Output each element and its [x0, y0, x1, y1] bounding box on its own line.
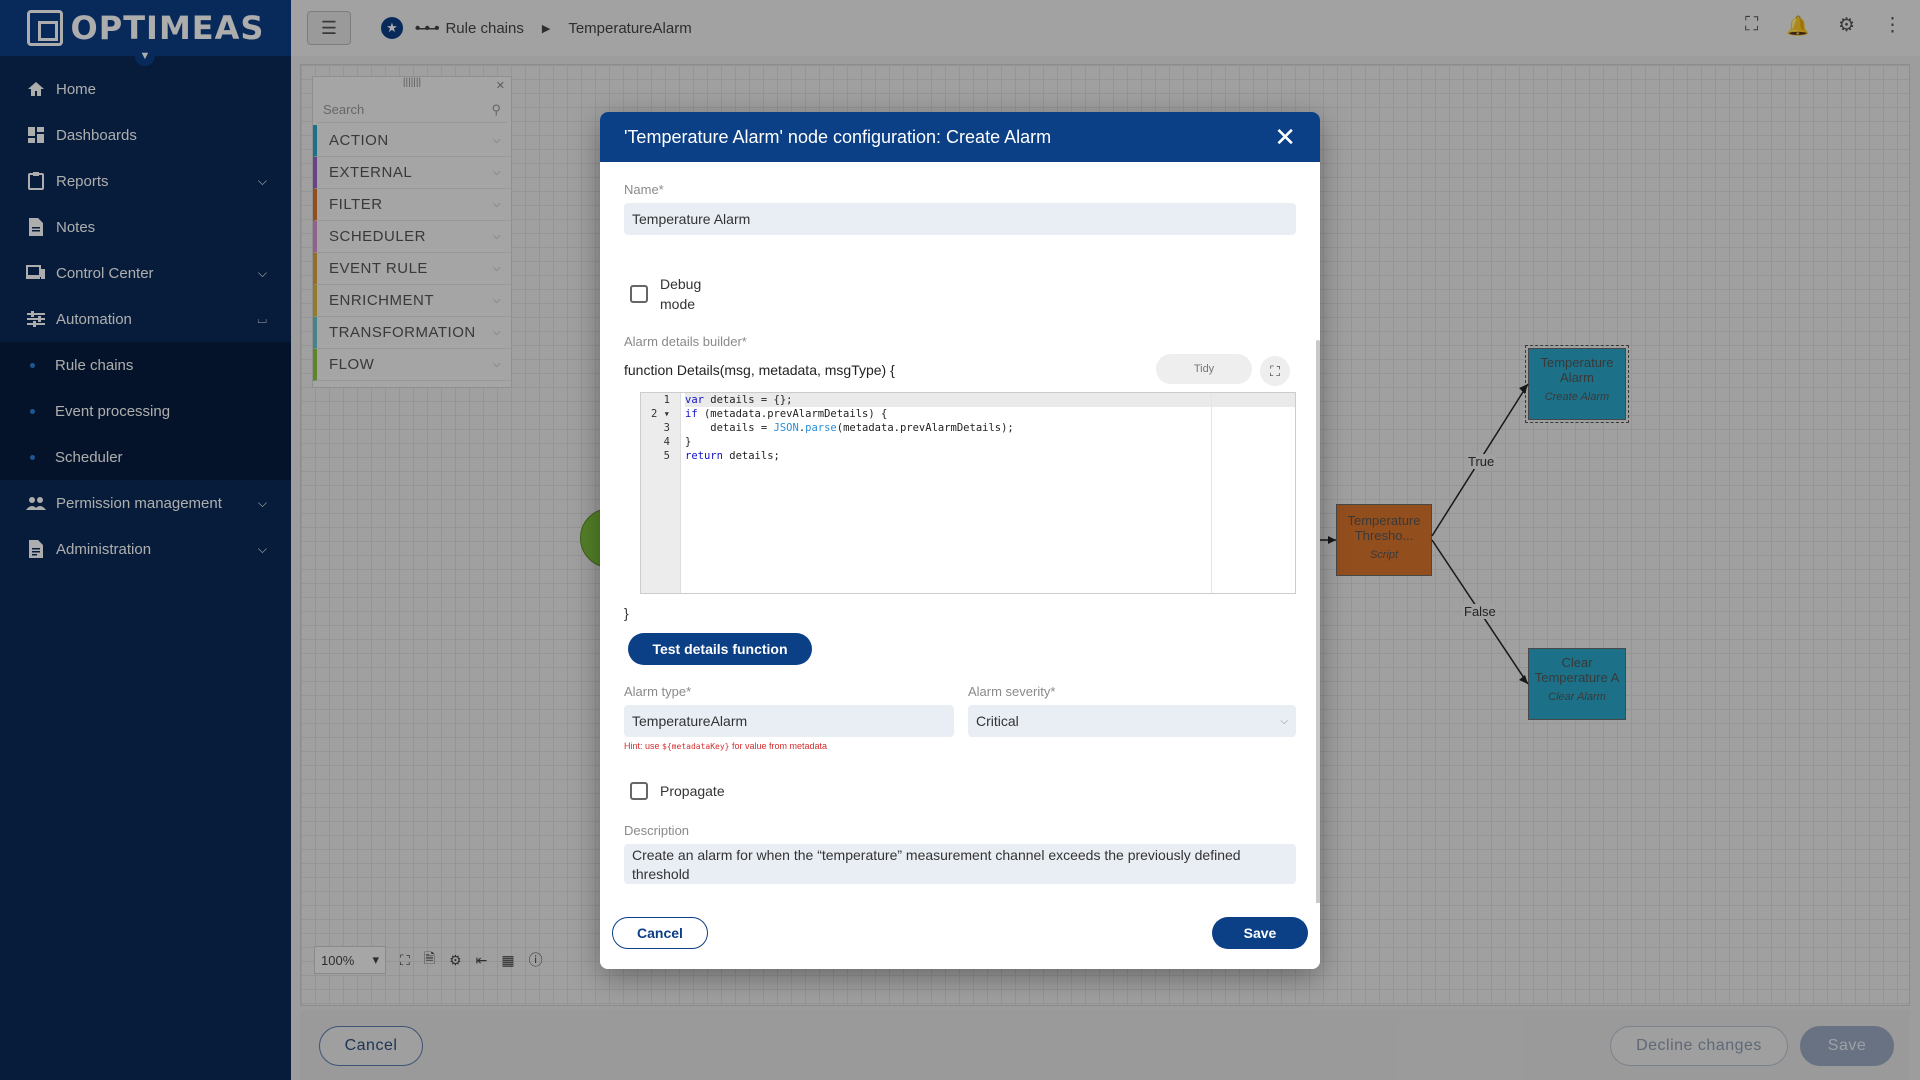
description-input[interactable]: Create an alarm for when the “temperatur… — [624, 844, 1296, 884]
name-input[interactable]: Temperature Alarm — [624, 203, 1296, 235]
function-close: } — [624, 605, 629, 621]
line-number: 2 ▾ — [651, 408, 670, 420]
close-icon[interactable]: ✕ — [1274, 124, 1296, 150]
propagate-label: Propagate — [660, 783, 725, 799]
alarm-type-input[interactable]: TemperatureAlarm — [624, 705, 954, 737]
save-button[interactable]: Save — [1212, 917, 1308, 949]
checkbox-box[interactable] — [630, 782, 648, 800]
alarm-type-hint: Hint: use ${metadataKey} for value from … — [624, 741, 954, 751]
checkbox-box[interactable] — [630, 285, 648, 303]
debug-label-line1: Debug — [660, 276, 702, 292]
line-gutter: 1 2 ▾ 3 4 5 — [641, 393, 681, 593]
alarm-severity-value: Critical — [976, 713, 1019, 729]
hint-prefix: Hint: use — [624, 741, 660, 751]
builder-label: Alarm details builder* — [624, 334, 747, 349]
alarm-type-label: Alarm type* — [624, 684, 692, 699]
node-config-dialog: 'Temperature Alarm' node configuration: … — [600, 112, 1320, 969]
cancel-button[interactable]: Cancel — [612, 917, 708, 949]
code-editor[interactable]: 1 2 ▾ 3 4 5 var details = {}; if (metada… — [624, 392, 1296, 594]
debug-mode-checkbox[interactable]: Debug mode — [630, 274, 701, 314]
test-details-function-button[interactable]: Test details function — [628, 633, 812, 665]
alarm-type-field-group: Alarm type* TemperatureAlarm Hint: use $… — [624, 684, 954, 751]
line-number: 5 — [663, 450, 670, 462]
code-editor-area[interactable]: 1 2 ▾ 3 4 5 var details = {}; if (metada… — [640, 392, 1296, 594]
chevron-down-icon: ⌵ — [1280, 715, 1288, 727]
name-field-group: Name* Temperature Alarm — [624, 182, 1296, 235]
hint-code: ${metadataKey} — [662, 742, 730, 751]
print-margin — [1211, 393, 1212, 593]
code-line: if (metadata.prevAlarmDetails) { — [685, 408, 888, 420]
dialog-body: Name* Temperature Alarm Debug mode Alarm… — [600, 162, 1320, 903]
debug-mode-label: Debug mode — [660, 274, 701, 314]
debug-label-line2: mode — [660, 296, 696, 312]
alarm-severity-label: Alarm severity* — [968, 684, 1056, 699]
description-field-group: Description Create an alarm for when the… — [624, 823, 1296, 884]
line-number: 3 — [663, 422, 670, 434]
name-label: Name* — [624, 182, 664, 197]
code-line: details = JSON.parse(metadata.prevAlarmD… — [685, 422, 1014, 434]
function-signature: function Details(msg, metadata, msgType)… — [624, 362, 895, 378]
code-line: return details; — [685, 450, 780, 462]
line-number: 1 — [663, 394, 670, 406]
alarm-severity-select[interactable]: Critical ⌵ — [968, 705, 1296, 737]
dialog-header: 'Temperature Alarm' node configuration: … — [600, 112, 1320, 162]
code-line: } — [685, 436, 692, 448]
propagate-checkbox[interactable]: Propagate — [630, 782, 725, 800]
code-lines: var details = {}; if (metadata.prevAlarm… — [685, 393, 1295, 463]
dialog-scrollbar[interactable] — [1316, 340, 1320, 903]
line-number: 4 — [663, 436, 670, 448]
dialog-footer: Cancel Save — [600, 903, 1320, 969]
alarm-severity-field-group: Alarm severity* Critical ⌵ — [968, 684, 1296, 737]
code-line: var details = {}; — [685, 393, 1295, 407]
fullscreen-icon[interactable]: ⛶ — [1260, 356, 1290, 386]
description-label: Description — [624, 823, 690, 838]
tidy-button[interactable]: Tidy — [1156, 354, 1252, 384]
dialog-title: 'Temperature Alarm' node configuration: … — [624, 126, 1052, 147]
hint-suffix: for value from metadata — [732, 741, 828, 751]
